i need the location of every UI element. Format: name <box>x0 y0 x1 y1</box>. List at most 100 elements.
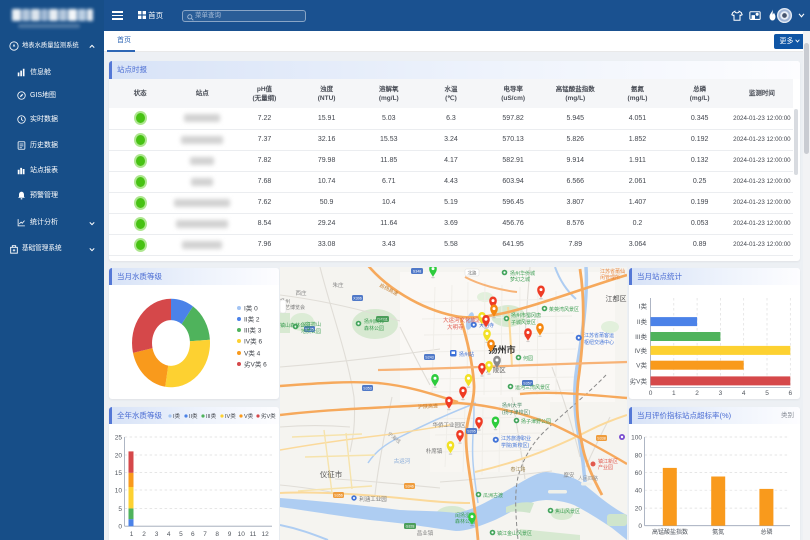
svg-text:5: 5 <box>179 531 183 538</box>
svg-text:10: 10 <box>238 531 246 538</box>
svg-text:总磷: 总磷 <box>760 528 772 536</box>
svg-text:3: 3 <box>155 531 159 538</box>
svg-text:江苏省莆仙: 江苏省莆仙 <box>600 268 625 275</box>
svg-text:5: 5 <box>118 506 122 513</box>
svg-text:I类 0: I类 0 <box>244 304 258 313</box>
svg-text:镇山森林公园: 镇山森林公园 <box>280 322 310 329</box>
svg-text:4: 4 <box>167 531 171 538</box>
svg-text:人民四路: 人民四路 <box>578 475 598 482</box>
svg-text:扬州大学: 扬州大学 <box>502 402 522 409</box>
svg-text:7: 7 <box>203 531 207 538</box>
svg-text:I类: I类 <box>639 301 648 310</box>
svg-text:梦幻之城: 梦幻之城 <box>510 276 530 283</box>
svg-text:子城风景区: 子城风景区 <box>511 319 536 326</box>
svg-text:江苏省莆客运: 江苏省莆客运 <box>584 332 614 339</box>
svg-text:华侨工业园区: 华侨工业园区 <box>432 421 466 429</box>
svg-text:劣V类: 劣V类 <box>261 412 276 420</box>
svg-text:X306: X306 <box>353 297 361 301</box>
svg-text:劣V类: 劣V类 <box>630 376 648 385</box>
svg-text:IV类: IV类 <box>225 412 236 420</box>
svg-text:4: 4 <box>742 390 746 397</box>
svg-text:镇江金山风景区: 镇江金山风景区 <box>497 530 532 537</box>
svg-text:V类: V类 <box>636 361 647 370</box>
svg-text:瓜洲古渡: 瓜洲古渡 <box>483 492 503 499</box>
svg-text:40: 40 <box>635 488 643 495</box>
svg-text:S348: S348 <box>413 270 421 274</box>
svg-text:产业园: 产业园 <box>598 464 613 471</box>
svg-text:IV类 6: IV类 6 <box>244 337 262 346</box>
svg-text:劣V类 6: 劣V类 6 <box>244 360 267 369</box>
svg-text:II类: II类 <box>637 317 648 326</box>
svg-text:III类: III类 <box>635 332 647 341</box>
svg-text:大明寺: 大明寺 <box>447 323 464 331</box>
svg-text:何园: 何园 <box>523 355 533 362</box>
svg-text:S243: S243 <box>425 356 433 360</box>
svg-text:S353: S353 <box>363 387 371 391</box>
svg-text:朱庄: 朱庄 <box>332 281 344 289</box>
svg-text:12: 12 <box>261 531 269 538</box>
svg-text:北路: 北路 <box>468 269 477 276</box>
svg-text:春江路: 春江路 <box>510 466 525 473</box>
svg-text:11: 11 <box>250 531 257 538</box>
svg-text:80: 80 <box>635 453 643 460</box>
svg-text:扬州华侨城: 扬州华侨城 <box>510 270 535 277</box>
svg-text:S338: S338 <box>597 437 605 441</box>
svg-text:扬州市蜀冈唐: 扬州市蜀冈唐 <box>511 312 541 319</box>
svg-text:IV类: IV类 <box>634 346 647 355</box>
svg-text:S346: S346 <box>405 485 413 489</box>
svg-text:8: 8 <box>215 531 219 538</box>
svg-text:25: 25 <box>115 435 123 442</box>
svg-text:利涵工业园: 利涵工业园 <box>359 495 387 503</box>
svg-text:森林公园: 森林公园 <box>364 325 384 332</box>
svg-text:60: 60 <box>635 470 643 477</box>
svg-text:糜安: 糜安 <box>563 471 575 479</box>
svg-text:0: 0 <box>649 390 653 397</box>
svg-text:III类 3: III类 3 <box>244 326 262 335</box>
svg-text:0: 0 <box>638 523 642 530</box>
svg-text:扬子津野公园: 扬子津野公园 <box>521 418 551 425</box>
svg-text:氨氮: 氨氮 <box>712 528 724 536</box>
svg-text:G328: G328 <box>406 525 415 529</box>
svg-text:地质公园: 地质公园 <box>301 328 321 335</box>
svg-text:(扬子津校区): (扬子津校区) <box>502 409 531 416</box>
svg-text:II类 2: II类 2 <box>244 315 260 324</box>
svg-text:0: 0 <box>118 524 122 531</box>
svg-text:枢纽交通中心: 枢纽交通中心 <box>584 339 614 346</box>
svg-text:西庄: 西庄 <box>295 289 307 297</box>
svg-text:5: 5 <box>765 390 769 397</box>
svg-text:S356: S356 <box>334 494 342 498</box>
svg-text:仪征市: 仪征市 <box>320 469 343 479</box>
svg-text:江都区: 江都区 <box>606 295 627 303</box>
svg-text:III类: III类 <box>206 412 217 420</box>
svg-text:100: 100 <box>631 435 642 442</box>
svg-text:昌业镇: 昌业镇 <box>417 529 434 537</box>
svg-text:6: 6 <box>788 390 792 397</box>
svg-text:3: 3 <box>719 390 723 397</box>
svg-text:1: 1 <box>672 390 676 397</box>
svg-text:学院(新校区): 学院(新校区) <box>501 442 530 449</box>
svg-text:古运河: 古运河 <box>394 457 411 465</box>
svg-text:江苏旅游职业: 江苏旅游职业 <box>501 435 531 442</box>
svg-text:茱萸湾风景区: 茱萸湾风景区 <box>549 306 579 313</box>
svg-text:20: 20 <box>635 506 643 513</box>
svg-text:2: 2 <box>142 531 146 538</box>
svg-text:V类 4: V类 4 <box>244 349 261 358</box>
svg-text:扬州站: 扬州站 <box>459 351 474 358</box>
svg-text:S205: S205 <box>467 430 475 434</box>
svg-text:焦山风景区: 焦山风景区 <box>555 508 580 515</box>
svg-text:15: 15 <box>115 470 123 477</box>
svg-text:10: 10 <box>115 488 123 495</box>
svg-text:1: 1 <box>130 531 134 538</box>
svg-text:运河三湾风景区: 运河三湾风景区 <box>515 384 550 391</box>
svg-text:扬州西郊: 扬州西郊 <box>364 318 384 325</box>
svg-text:V类: V类 <box>244 412 254 420</box>
svg-text:6: 6 <box>191 531 195 538</box>
svg-text:沪陕高速: 沪陕高速 <box>418 402 438 410</box>
svg-text:镇江新区: 镇江新区 <box>598 458 618 465</box>
svg-text:I类: I类 <box>173 412 181 420</box>
svg-text:高锰酸盐指数: 高锰酸盐指数 <box>652 528 688 536</box>
svg-text:朴席镇: 朴席镇 <box>426 447 443 455</box>
svg-text:2: 2 <box>695 390 699 397</box>
svg-text:9: 9 <box>228 531 232 538</box>
svg-text:II类: II类 <box>189 412 198 420</box>
